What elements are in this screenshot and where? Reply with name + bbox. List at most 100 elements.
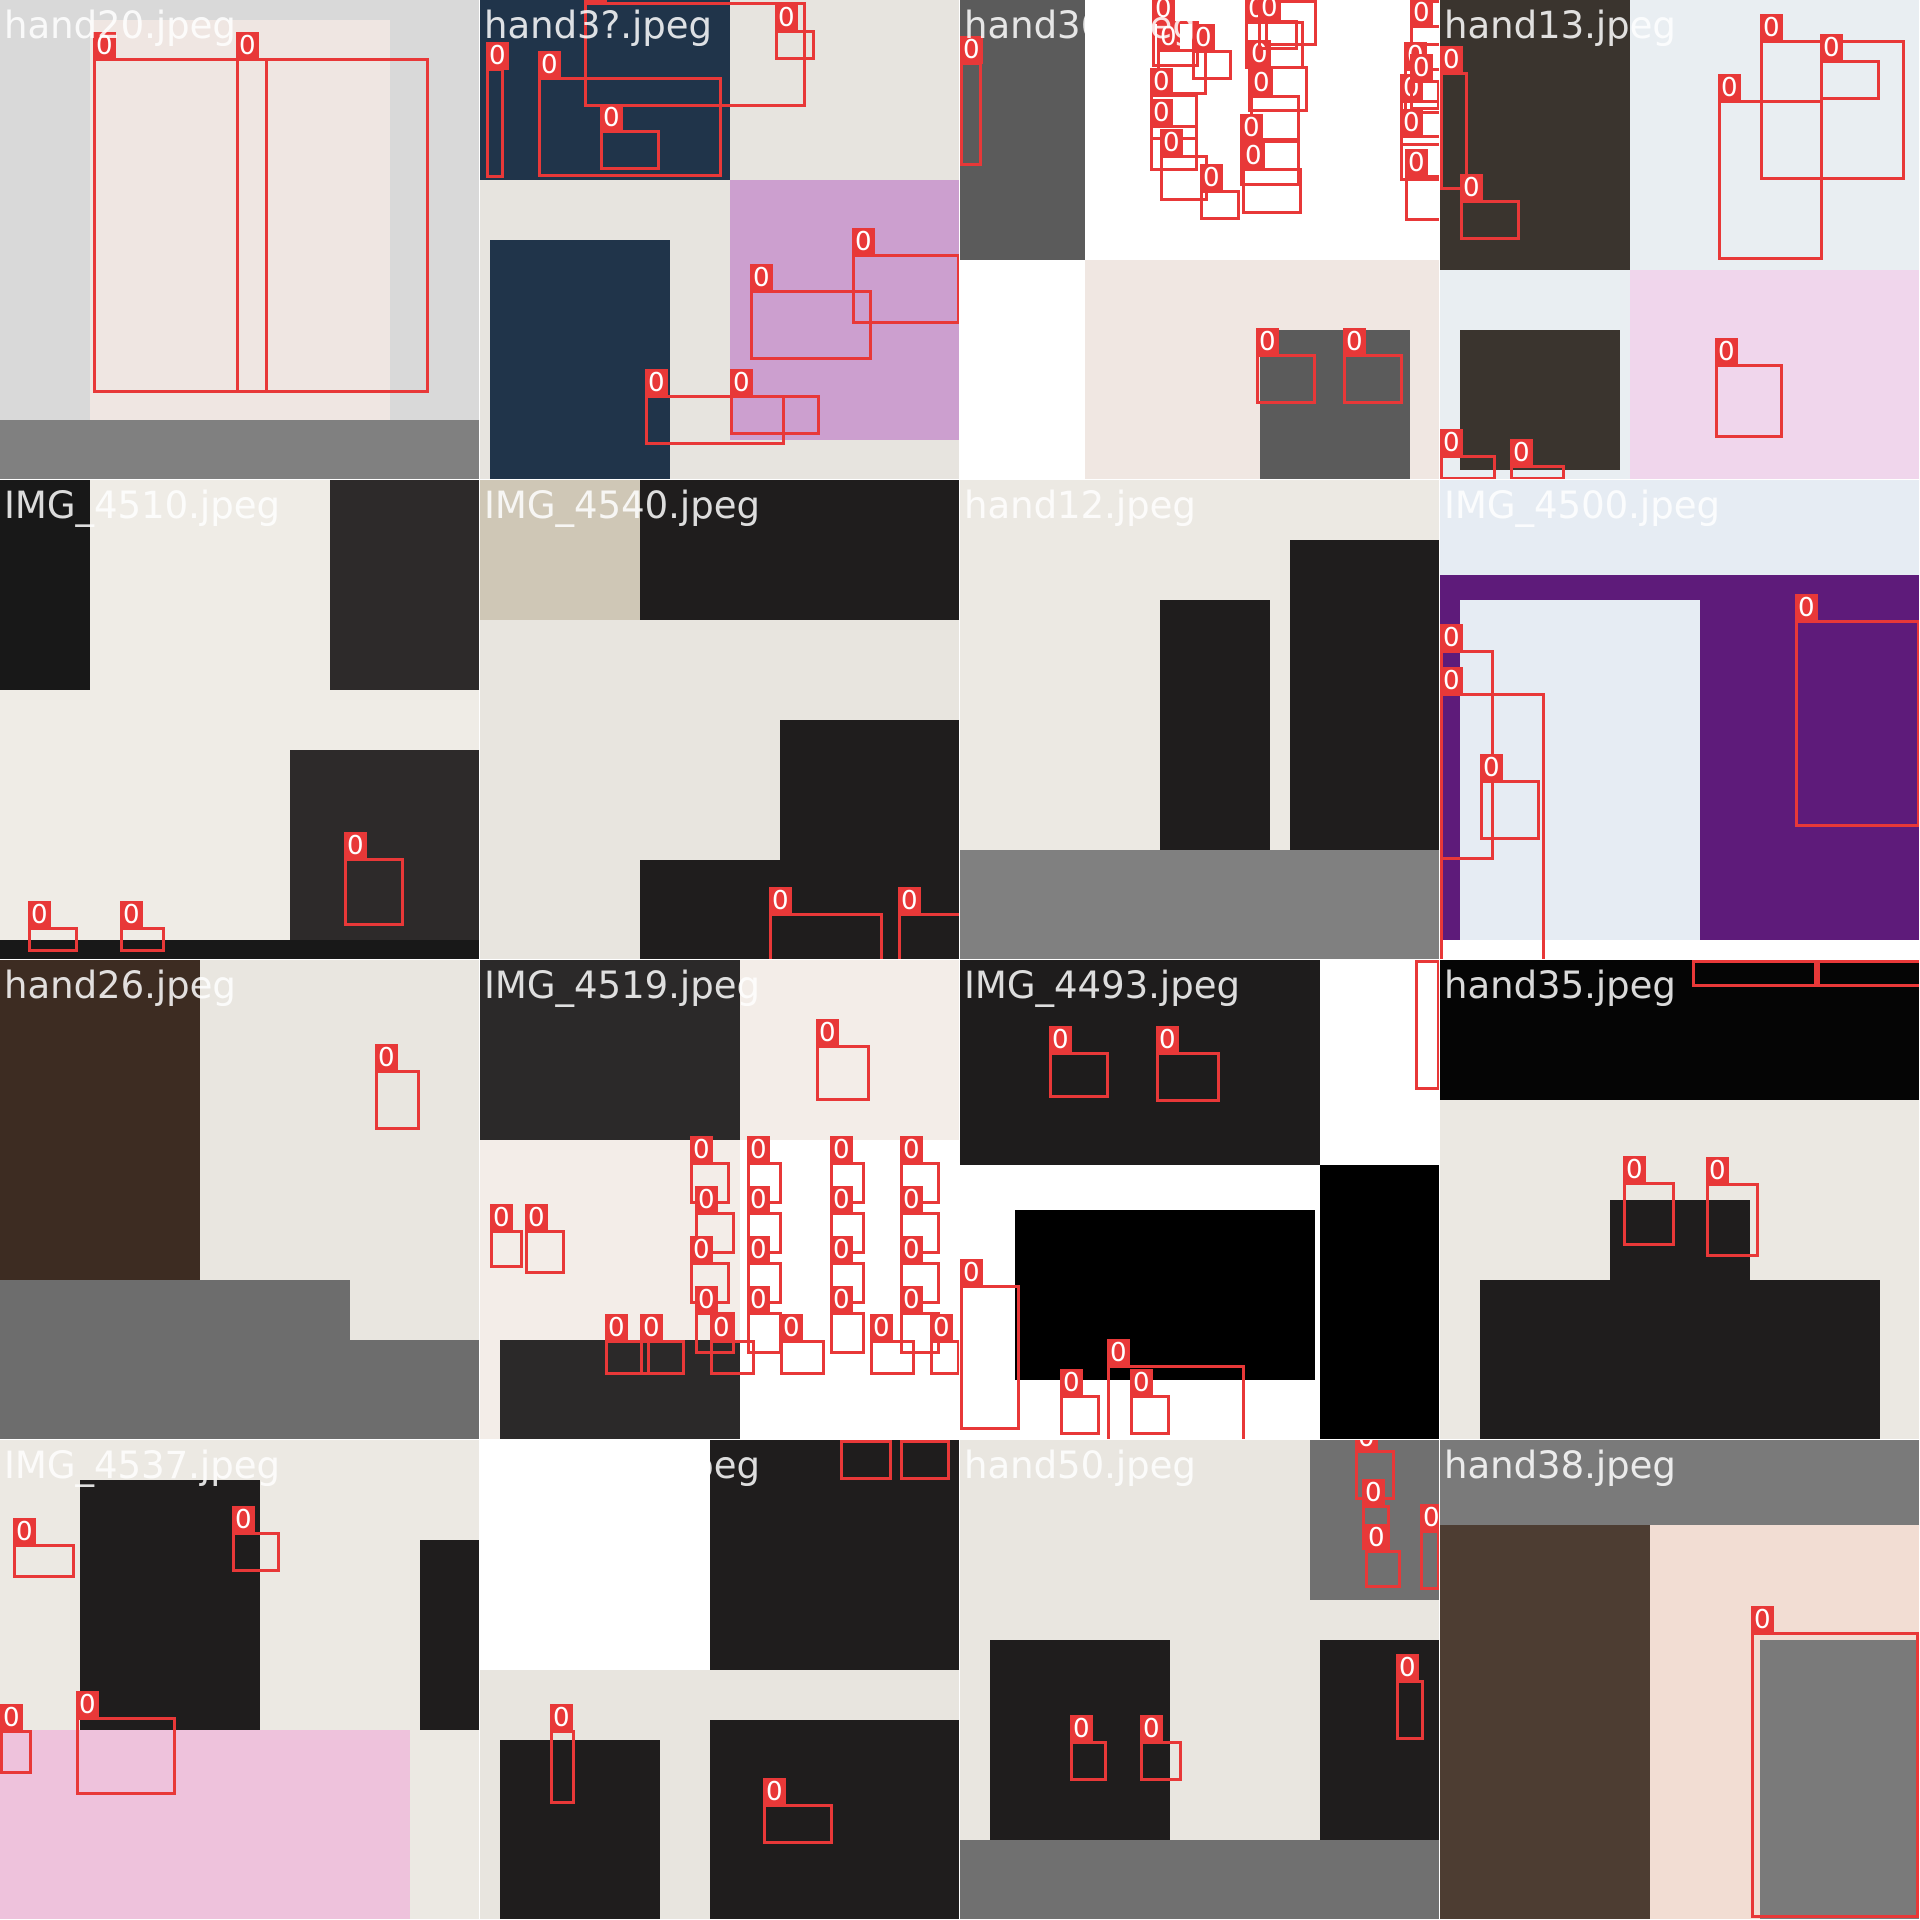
hand-bounding-box: 0	[1140, 1715, 1182, 1781]
photo-region	[350, 1120, 479, 1340]
class-label: 0	[1623, 1156, 1646, 1184]
class-label: 0	[1706, 1157, 1729, 1185]
hand-bounding-box: 0	[1415, 960, 1439, 1090]
hand-bounding-box: 0	[1706, 1157, 1759, 1257]
class-label: 0	[1160, 129, 1183, 157]
photo-region	[1160, 600, 1270, 850]
hand-bounding-box: 0	[1715, 338, 1783, 438]
hand-bounding-box: 0	[13, 1518, 75, 1578]
mosaic-grid: 00hand20.jpeg000000000hand3?.jpeg0000000…	[0, 0, 1920, 1920]
class-label: 0	[1795, 594, 1818, 622]
hand-bounding-box: 0	[1200, 164, 1240, 220]
photo-region	[0, 420, 479, 479]
class-label: 0	[525, 1204, 548, 1232]
photo-region	[710, 1720, 959, 1919]
class-label: 0	[490, 1204, 513, 1232]
class-label: 0	[769, 887, 792, 915]
hand-bounding-box: 0	[1795, 594, 1919, 827]
class-label: 0	[1396, 1654, 1419, 1682]
class-label: 0	[344, 832, 367, 860]
photo-region	[330, 480, 479, 690]
filename-label: IMG_4510.jpeg	[4, 484, 280, 527]
photo-region	[730, 440, 959, 479]
filename-label: hand35.jpeg	[1444, 964, 1676, 1007]
photo-region	[0, 1730, 410, 1919]
class-label: 0	[1256, 328, 1279, 356]
hand-bounding-box: 0	[1410, 54, 1439, 110]
photo-region	[290, 750, 479, 959]
class-label: 0	[830, 1136, 853, 1164]
class-label: 0	[76, 1691, 99, 1719]
class-label: 0	[1410, 54, 1433, 82]
hand-bounding-box: 0	[1365, 1524, 1401, 1588]
mosaic-tile: 0 0 0 0 hand35.jpeg	[1440, 960, 1920, 1440]
photo-region	[1260, 330, 1410, 479]
class-label: 0	[898, 887, 921, 915]
mosaic-tile: 0 0 0 IMG_4510.jpeg	[0, 480, 480, 960]
mosaic-tile: 0 0 0 0 IMG_4500.jpeg	[1440, 480, 1920, 960]
hand-bounding-box: 0	[0, 1704, 32, 1774]
class-label: 0	[1060, 1369, 1083, 1397]
class-label: 0	[28, 901, 51, 929]
hand-bounding-box: 0	[1817, 960, 1919, 987]
class-label: 0	[13, 1518, 36, 1546]
class-label: 0	[1751, 1606, 1774, 1634]
class-label: 0	[1240, 114, 1263, 142]
class-label: 0	[1365, 1524, 1388, 1552]
mosaic-tile: 0 0 0 0 IMG_4537.jpeg	[0, 1440, 480, 1920]
class-label: 0	[232, 1506, 255, 1534]
hand-bounding-box: 0	[236, 32, 429, 393]
class-label: 0	[1440, 429, 1463, 457]
class-label: 0	[1242, 142, 1265, 170]
class-label: 0	[1692, 960, 1715, 962]
hand-bounding-box: 0	[870, 1314, 915, 1375]
filename-label: hand50.jpeg	[964, 1444, 1196, 1487]
class-label: 0	[816, 1019, 839, 1047]
class-label: 0	[550, 1704, 573, 1732]
hand-bounding-box: 0	[816, 1019, 870, 1101]
hand-bounding-box: 0	[28, 901, 78, 952]
class-label: 0	[690, 1136, 713, 1164]
class-label: 0	[830, 1286, 853, 1314]
mosaic-tile: 0 0 0 0 0 0 0 hand50.jpeg	[960, 1440, 1440, 1920]
hand-bounding-box: 0	[1156, 1026, 1220, 1102]
hand-bounding-box: 0	[960, 1259, 1020, 1430]
class-label: 0	[830, 1186, 853, 1214]
class-label: 0	[1200, 164, 1223, 192]
class-label: 0	[852, 228, 875, 256]
photo-region	[1015, 1210, 1315, 1380]
filename-label: IMG_4520.jpeg	[484, 1444, 760, 1487]
class-label: 0	[1510, 439, 1533, 467]
hand-bounding-box: 0	[852, 228, 959, 324]
class-label: 0	[605, 1314, 628, 1342]
class-label: 0	[1420, 1504, 1439, 1532]
hand-bounding-box: 0	[1130, 1369, 1170, 1435]
class-label: 0	[1817, 960, 1840, 962]
class-label: 0	[900, 1136, 923, 1164]
class-label: 0	[236, 32, 259, 60]
class-label: 0	[0, 1704, 23, 1732]
mosaic-tile: 0 0 0 0 0 0 0 0 hand13.jpeg	[1440, 0, 1920, 480]
hand-bounding-box: 0	[1070, 1715, 1107, 1781]
hand-bounding-box: 0	[1460, 174, 1520, 240]
filename-label: IMG_4540.jpeg	[484, 484, 760, 527]
class-label: 0	[1343, 328, 1366, 356]
filename-label: IMG_4519.jpeg	[484, 964, 760, 1007]
photo-region	[1320, 1165, 1439, 1439]
hand-bounding-box: 0	[1623, 1156, 1675, 1246]
class-label: 0	[645, 369, 668, 397]
hand-bounding-box: 0	[775, 4, 815, 60]
hand-bounding-box: 0	[1405, 149, 1439, 221]
photo-region	[640, 860, 790, 959]
hand-bounding-box: 0	[1751, 1606, 1919, 1918]
mosaic-tile: 0 hand38.jpeg	[1440, 1440, 1920, 1920]
class-label: 0	[1480, 754, 1503, 782]
class-label: 0	[695, 1286, 718, 1314]
hand-bounding-box: 0	[898, 887, 959, 959]
class-label: 0	[538, 51, 561, 79]
hand-bounding-box: 0	[550, 1704, 575, 1804]
class-label: 0	[1440, 46, 1463, 74]
photo-region	[960, 850, 1439, 959]
hand-bounding-box: 0	[1258, 0, 1298, 50]
hand-bounding-box: 0	[1440, 429, 1496, 479]
